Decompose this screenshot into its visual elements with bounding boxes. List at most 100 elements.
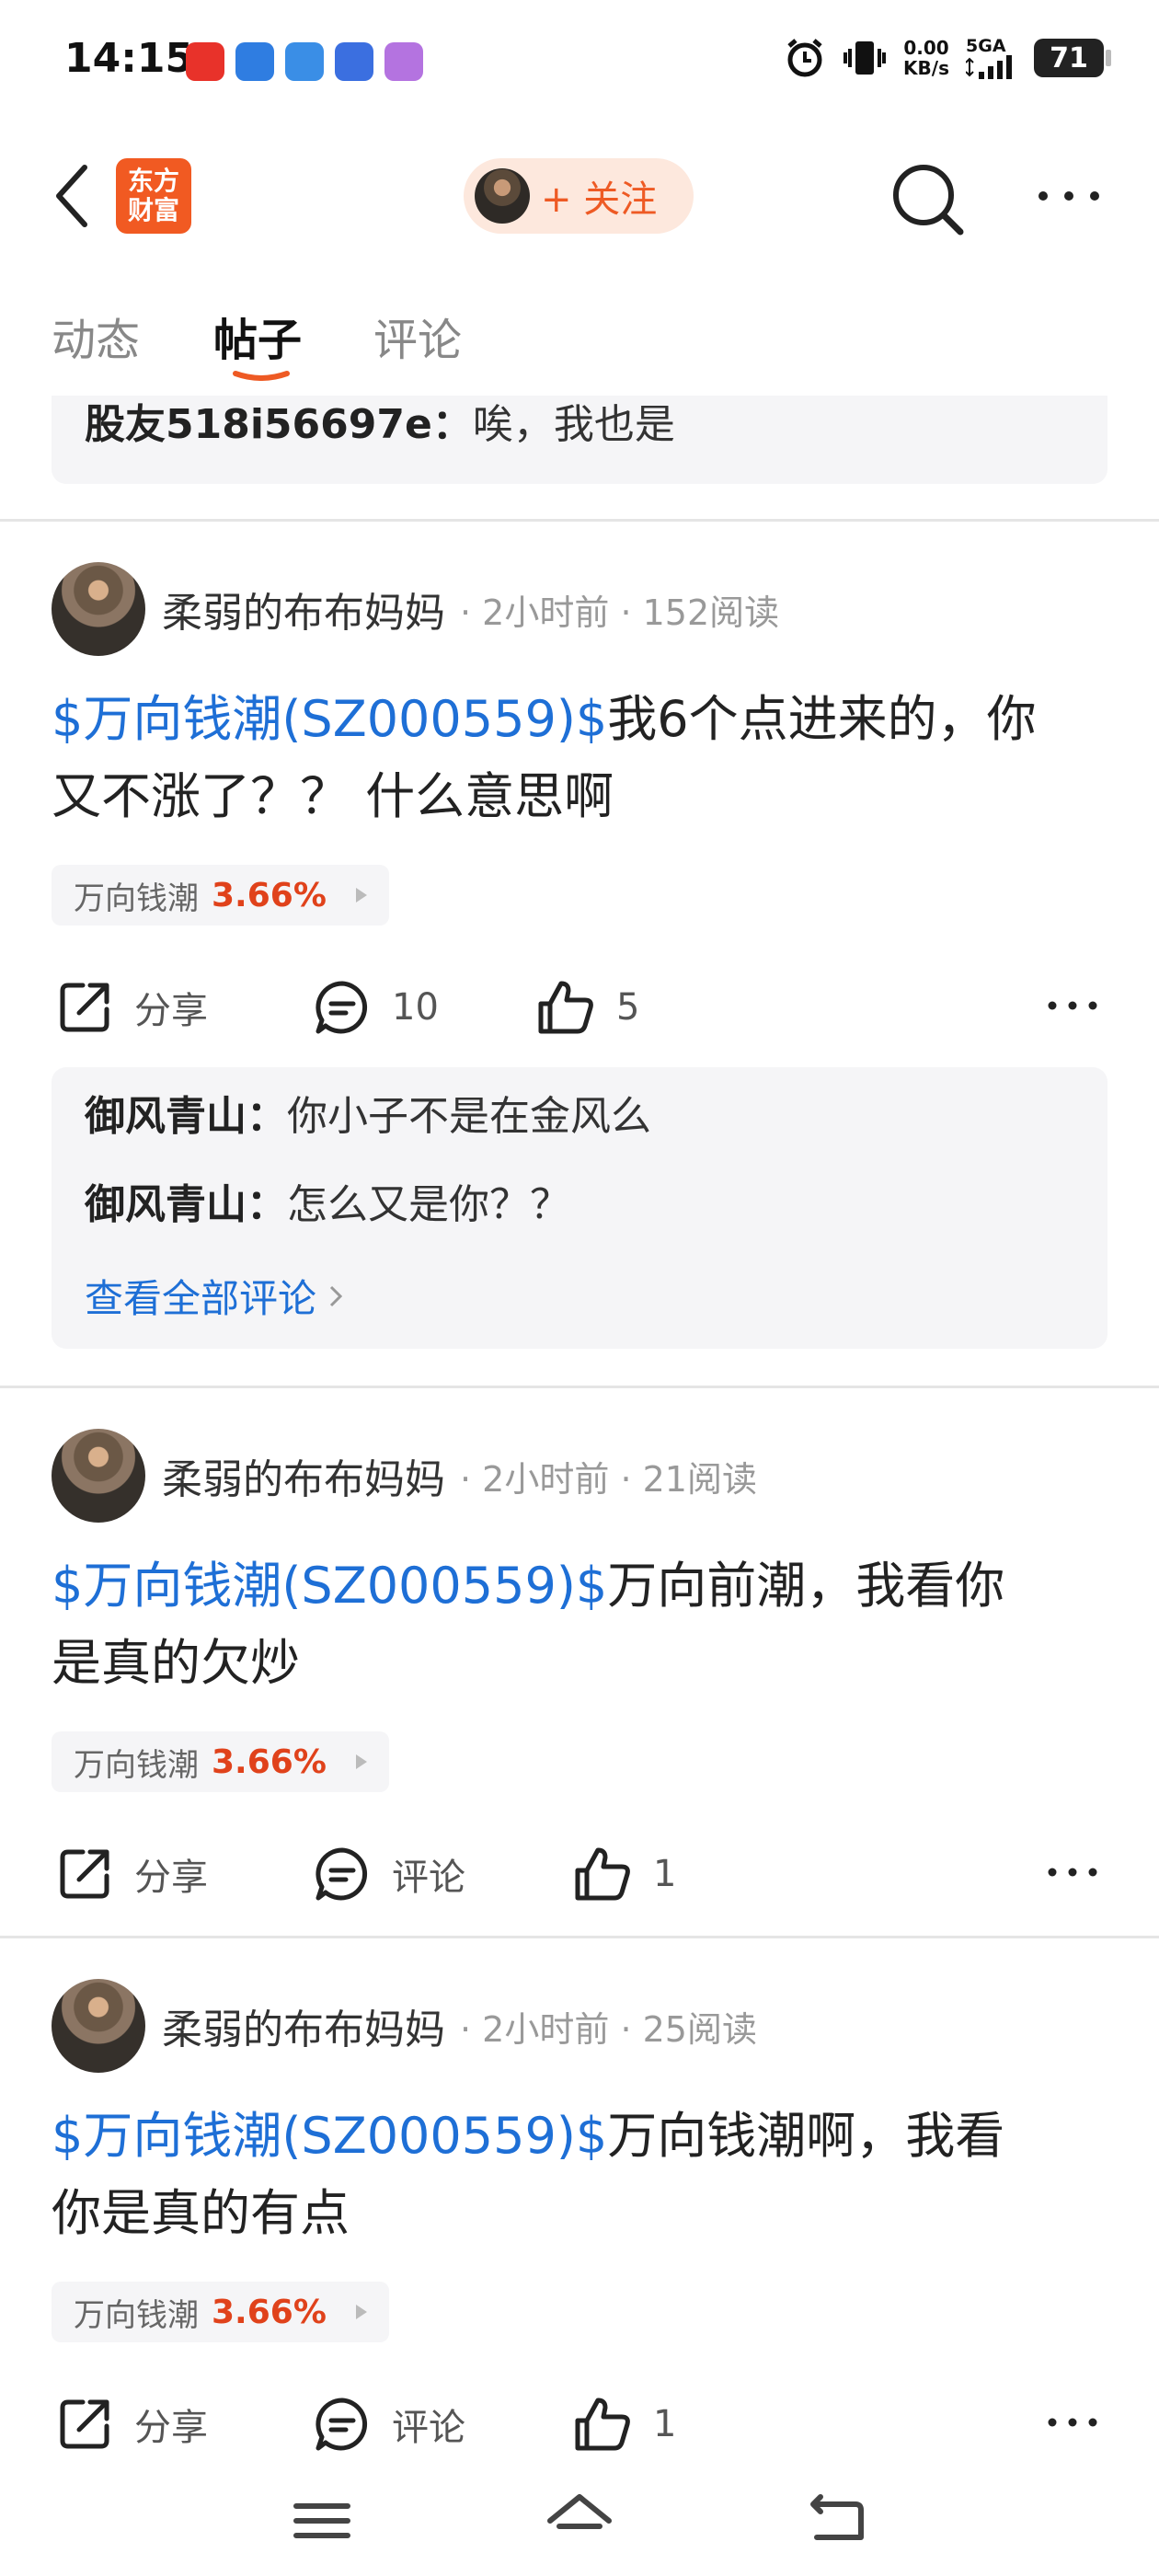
tab-comments[interactable]: 评论 (373, 304, 462, 368)
follow-button[interactable]: + 关注 (464, 158, 694, 234)
avatar[interactable] (52, 1979, 145, 2073)
post-content[interactable]: $万向钱潮(SZ000559)$我6个点进来的，你 又不涨了？？ 什么意思啊 (52, 681, 1119, 835)
share-label: 分享 (134, 1857, 208, 1899)
post-meta: · 2小时前 · 152阅读 (460, 592, 780, 633)
app-notification-icon (186, 42, 224, 81)
app-notification-icon (285, 42, 324, 81)
comment-text: 你小子不是在金风么 (287, 1093, 651, 1140)
caret-right-icon (355, 888, 367, 903)
signal-indicator: 5GA (966, 37, 1017, 79)
share-icon (60, 1849, 109, 1899)
comment-text: 唉，我也是 (472, 401, 675, 448)
thumbs-up-icon (575, 2398, 630, 2451)
like-button[interactable]: 1 (572, 1833, 676, 1915)
back-nav-icon[interactable] (800, 2484, 874, 2558)
follow-label: + 关注 (541, 178, 658, 221)
stock-link[interactable]: $万向钱潮(SZ000559)$ (52, 690, 607, 748)
system-navigation-bar (0, 2466, 1159, 2576)
view-all-comments-link[interactable]: 查看全部评论 (85, 1268, 1074, 1324)
stock-chip[interactable]: 万向钱潮 3.66% (52, 2282, 389, 2342)
more-horizontal-icon[interactable] (1045, 1849, 1100, 1895)
comment-label: 评论 (392, 1857, 465, 1899)
comment-preview-box[interactable]: 股友518i56697e：唉，我也是 (52, 396, 1107, 484)
avatar[interactable] (52, 562, 145, 656)
more-horizontal-icon[interactable] (1045, 2399, 1100, 2445)
divider (0, 519, 1159, 522)
share-button[interactable]: 分享 (55, 966, 208, 1049)
post-content[interactable]: $万向钱潮(SZ000559)$万向钱潮啊，我看 你是真的有点 (52, 2098, 1119, 2252)
chevron-left-icon (56, 165, 87, 227)
comment-icon (316, 2398, 368, 2451)
stock-link[interactable]: $万向钱潮(SZ000559)$ (52, 1557, 607, 1615)
stock-name: 万向钱潮 (74, 1746, 199, 1784)
post-text-line1: 万向钱潮啊，我看 (607, 2107, 1005, 2165)
share-icon (60, 2399, 109, 2449)
comment-line: 御风青山：你小子不是在金风么 (85, 1091, 1074, 1143)
comment-line: 股友518i56697e：唉，我也是 (85, 399, 675, 451)
divider (0, 1386, 1159, 1388)
active-tab-indicator (233, 371, 290, 381)
comment-user: 股友518i56697e： (85, 401, 473, 448)
stock-link[interactable]: $万向钱潮(SZ000559)$ (52, 2107, 607, 2165)
stock-chip[interactable]: 万向钱潮 3.66% (52, 865, 389, 926)
share-button[interactable]: 分享 (55, 1833, 208, 1915)
comment-button[interactable]: 评论 (313, 2383, 465, 2466)
avatar (475, 168, 530, 224)
avatar[interactable] (52, 1429, 145, 1523)
comment-preview-box[interactable]: 御风青山：你小子不是在金风么 御风青山：怎么又是你？？ 查看全部评论 (52, 1067, 1107, 1349)
post-text-line2: 是真的欠炒 (52, 1634, 300, 1692)
post-header: 柔弱的布布妈妈 · 2小时前 · 21阅读 (52, 1428, 757, 1524)
post-text-line2: 你是真的有点 (52, 2184, 350, 2242)
stock-name: 万向钱潮 (74, 880, 199, 917)
post-actions: 分享 评论 1 (0, 1833, 1159, 1915)
post-meta: · 2小时前 · 25阅读 (460, 2008, 757, 2050)
comment-icon (316, 1847, 368, 1901)
comment-line: 御风青山：怎么又是你？？ (85, 1179, 1074, 1231)
post-time: 2小时前 (482, 592, 610, 633)
author-name[interactable]: 柔弱的布布妈妈 (162, 1446, 445, 1505)
comment-user: 御风青山： (85, 1093, 287, 1140)
author-name[interactable]: 柔弱的布布妈妈 (162, 580, 445, 638)
vibrate-icon (843, 41, 887, 75)
post-time: 2小时前 (482, 1458, 610, 1500)
back-button[interactable] (44, 164, 99, 228)
like-count: 1 (653, 1853, 677, 1895)
comment-label: 评论 (392, 2407, 465, 2449)
comment-button[interactable]: 10 (313, 966, 439, 1049)
tab-dynamics[interactable]: 动态 (52, 304, 140, 368)
author-name[interactable]: 柔弱的布布妈妈 (162, 1996, 445, 2055)
comment-text: 怎么又是你？？ (287, 1181, 570, 1228)
more-horizontal-icon (1039, 191, 1099, 201)
stock-chip[interactable]: 万向钱潮 3.66% (52, 1731, 389, 1792)
logo-line2: 财富 (127, 195, 179, 225)
network-speed: 0.00 KB/s (903, 38, 949, 78)
like-count: 5 (616, 986, 640, 1029)
tab-posts[interactable]: 帖子 (213, 304, 302, 368)
post-content[interactable]: $万向钱潮(SZ000559)$万向前潮，我看你 是真的欠炒 (52, 1547, 1119, 1702)
menu-icon[interactable] (285, 2484, 359, 2558)
comment-button[interactable]: 评论 (313, 1833, 465, 1915)
stock-name: 万向钱潮 (74, 2296, 199, 2334)
like-button[interactable]: 1 (572, 2383, 676, 2466)
post-actions: 分享 评论 1 (0, 2383, 1159, 2466)
post-reads: 25阅读 (642, 2008, 757, 2050)
more-options-button[interactable] (1032, 173, 1106, 219)
search-button[interactable] (889, 160, 966, 237)
divider (0, 1936, 1159, 1938)
post-meta: · 2小时前 · 21阅读 (460, 1458, 757, 1500)
notification-icons (186, 42, 423, 81)
post-reads: 21阅读 (642, 1458, 757, 1500)
status-indicators: 0.00 KB/s 5GA 71 (784, 37, 1111, 79)
thumbs-up-icon (575, 1847, 630, 1901)
post-header: 柔弱的布布妈妈 · 2小时前 · 152阅读 (52, 561, 779, 657)
signal-type: 5GA (966, 36, 1006, 56)
home-icon[interactable] (543, 2484, 616, 2558)
share-button[interactable]: 分享 (55, 2383, 208, 2466)
more-horizontal-icon[interactable] (1045, 983, 1100, 1029)
share-label: 分享 (134, 990, 208, 1032)
signal-bars-icon (966, 55, 1012, 79)
search-icon (893, 165, 964, 236)
status-time: 14:15 (64, 35, 194, 82)
stock-change: 3.66% (212, 2293, 327, 2331)
like-button[interactable]: 5 (535, 966, 639, 1049)
